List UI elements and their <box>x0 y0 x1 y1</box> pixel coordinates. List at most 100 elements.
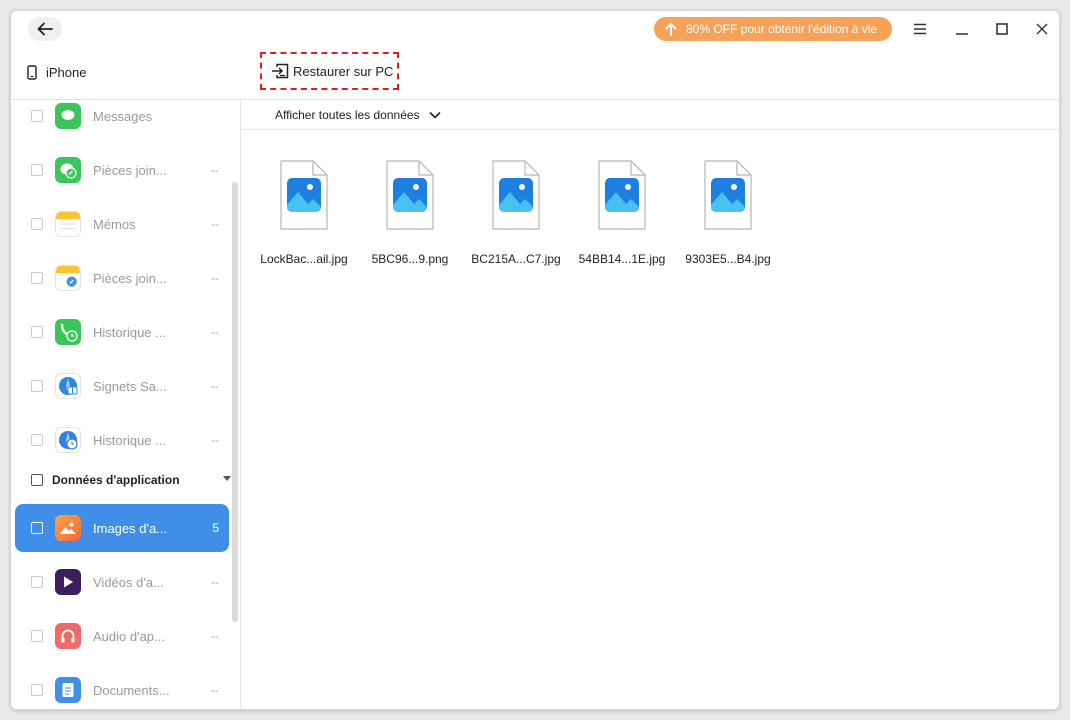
checkbox[interactable] <box>31 630 43 642</box>
file-name: 54BB14...1E.jpg <box>578 252 666 266</box>
section-app-data[interactable]: Données d'application <box>11 465 233 495</box>
maximize-button[interactable] <box>993 20 1011 38</box>
promo-label: 80% OFF pour obtenir l'édition à vie <box>686 22 878 36</box>
restore-label: Restaurer sur PC <box>293 63 394 79</box>
checkbox[interactable] <box>31 576 43 588</box>
sidebar-item-label: Audio d'ap... <box>93 628 165 644</box>
sidebar-item-label: Signets Sa... <box>93 378 167 394</box>
item-count: -- <box>211 217 219 231</box>
sidebar-item-app-images[interactable]: Images d'a... 5 <box>15 504 229 552</box>
item-count: 5 <box>212 521 219 535</box>
safari-bookmarks-icon <box>55 373 81 399</box>
sidebar-item-call-history[interactable]: Historique ... -- <box>15 308 229 356</box>
checkbox[interactable] <box>31 474 43 486</box>
promo-upgrade-button[interactable]: 80% OFF pour obtenir l'édition à vie <box>654 17 892 41</box>
sidebar-item-notes-attachments[interactable]: Pièces join... -- <box>15 254 229 302</box>
sidebar-item-label: Pièces join... <box>93 162 167 178</box>
notes-icon <box>55 211 81 237</box>
call-history-icon <box>55 319 81 345</box>
restore-icon <box>271 63 289 79</box>
item-count: -- <box>211 325 219 339</box>
checkbox[interactable] <box>31 380 43 392</box>
upload-arrow-icon <box>664 22 678 36</box>
sidebar-item-app-audio[interactable]: Audio d'ap... -- <box>15 612 229 660</box>
app-window: 80% OFF pour obtenir l'édition à vie iPh… <box>10 10 1060 710</box>
sidebar-item-label: Vidéos d'a... <box>93 574 164 590</box>
checkbox[interactable] <box>31 522 43 534</box>
minimize-button[interactable] <box>953 20 971 38</box>
file-item[interactable]: BC215A...C7.jpg <box>466 159 566 269</box>
menu-button[interactable] <box>911 20 929 38</box>
divider <box>241 129 1059 130</box>
restore-to-pc-button[interactable]: Restaurer sur PC <box>260 52 399 90</box>
item-count: -- <box>211 683 219 697</box>
sidebar-item-app-documents[interactable]: Documents... -- <box>15 666 229 709</box>
sidebar-item-label: Messages <box>93 108 153 124</box>
item-count: -- <box>211 163 219 177</box>
sidebar-item-label: Pièces join... <box>93 270 167 286</box>
file-item[interactable]: 54BB14...1E.jpg <box>572 159 672 269</box>
messages-icon <box>55 103 81 129</box>
item-count: -- <box>211 575 219 589</box>
checkbox[interactable] <box>31 434 43 446</box>
image-file-icon <box>386 160 434 230</box>
headphones-icon <box>55 623 81 649</box>
file-name: BC215A...C7.jpg <box>471 252 561 266</box>
file-item[interactable]: 5BC96...9.png <box>360 159 460 269</box>
close-button[interactable] <box>1033 20 1051 38</box>
menu-icon <box>914 23 926 35</box>
checkbox[interactable] <box>31 218 43 230</box>
safari-history-icon <box>55 427 81 453</box>
checkbox[interactable] <box>31 164 43 176</box>
phone-icon <box>27 64 37 80</box>
sidebar: Messages Pièces join... -- Mémos -- Pièc… <box>11 100 240 709</box>
image-file-icon <box>704 160 752 230</box>
sidebar-item-label: Historique ... <box>93 432 166 448</box>
file-item[interactable]: 9303E5...B4.jpg <box>678 159 778 269</box>
data-filter-dropdown[interactable]: Afficher toutes les données <box>275 105 441 125</box>
checkbox[interactable] <box>31 272 43 284</box>
filter-label: Afficher toutes les données <box>275 108 420 122</box>
sidebar-item-message-attachments[interactable]: Pièces join... -- <box>15 146 229 194</box>
back-button[interactable] <box>28 17 62 41</box>
file-item[interactable]: LockBac...ail.jpg <box>254 159 354 269</box>
maximize-icon <box>996 23 1008 35</box>
item-count: -- <box>211 379 219 393</box>
chevron-down-icon <box>428 111 441 119</box>
notes-attachment-icon <box>55 265 81 291</box>
file-name: LockBac...ail.jpg <box>260 252 348 266</box>
divider <box>240 99 241 709</box>
checkbox[interactable] <box>31 326 43 338</box>
file-name: 5BC96...9.png <box>371 252 449 266</box>
image-file-icon <box>598 160 646 230</box>
sidebar-item-safari-bookmarks[interactable]: Signets Sa... -- <box>15 362 229 410</box>
checkbox[interactable] <box>31 684 43 696</box>
video-app-icon <box>55 569 81 595</box>
sidebar-item-app-videos[interactable]: Vidéos d'a... -- <box>15 558 229 606</box>
image-file-icon <box>280 160 328 230</box>
device-name: iPhone <box>46 64 87 80</box>
item-count: -- <box>211 271 219 285</box>
sidebar-scrollbar[interactable] <box>232 182 238 622</box>
image-app-icon <box>55 515 81 541</box>
sidebar-item-safari-history[interactable]: Historique ... -- <box>15 416 229 464</box>
checkbox[interactable] <box>31 110 43 122</box>
sidebar-item-messages[interactable]: Messages <box>15 100 229 140</box>
device-indicator: iPhone <box>27 62 86 82</box>
item-count: -- <box>211 629 219 643</box>
minimize-icon <box>956 33 968 35</box>
item-count: -- <box>211 433 219 447</box>
sidebar-item-label: Mémos <box>93 216 136 232</box>
message-attachment-icon <box>55 157 81 183</box>
file-name: 9303E5...B4.jpg <box>685 252 771 266</box>
sidebar-item-label: Images d'a... <box>93 520 168 536</box>
sidebar-item-label: Historique ... <box>93 324 166 340</box>
sidebar-item-notes[interactable]: Mémos -- <box>15 200 229 248</box>
sidebar-item-label: Documents... <box>93 682 170 698</box>
close-icon <box>1036 23 1048 35</box>
document-app-icon <box>55 677 81 703</box>
back-arrow-icon <box>37 22 53 36</box>
section-label: Données d'application <box>52 473 180 487</box>
collapse-triangle-icon[interactable] <box>223 476 231 481</box>
image-file-icon <box>492 160 540 230</box>
